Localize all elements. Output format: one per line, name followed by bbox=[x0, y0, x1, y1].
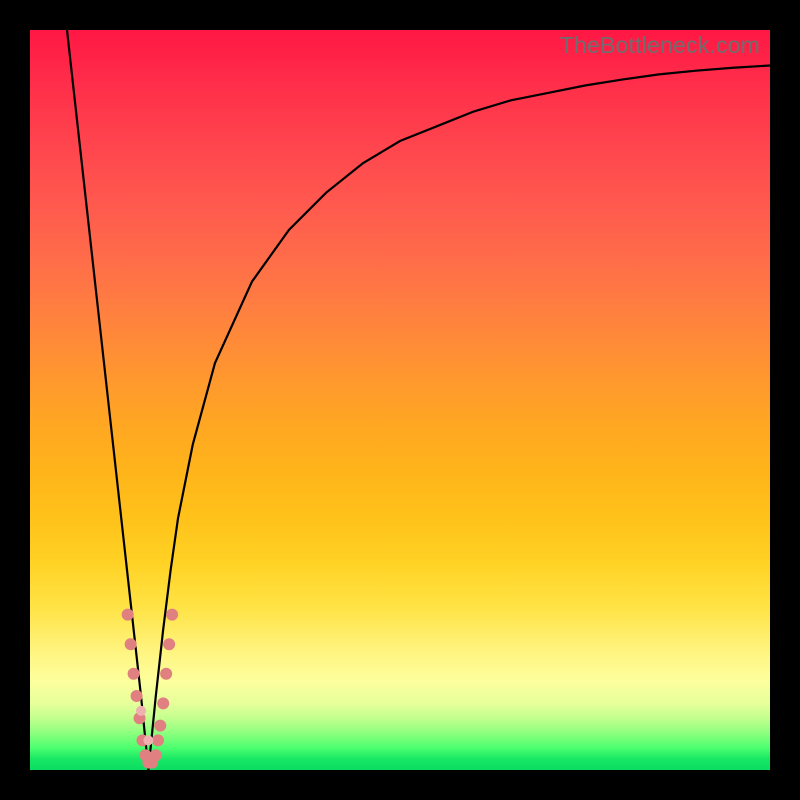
data-marker bbox=[128, 668, 140, 680]
marker-layer bbox=[30, 30, 770, 770]
data-marker bbox=[143, 735, 153, 745]
data-marker bbox=[160, 668, 172, 680]
data-marker bbox=[163, 638, 175, 650]
data-marker bbox=[150, 749, 162, 761]
data-marker bbox=[136, 706, 146, 716]
data-marker bbox=[122, 609, 134, 621]
data-marker bbox=[166, 609, 178, 621]
plot-area: TheBottleneck.com bbox=[30, 30, 770, 770]
chart-frame: TheBottleneck.com bbox=[0, 0, 800, 800]
data-marker bbox=[125, 638, 137, 650]
data-marker bbox=[157, 697, 169, 709]
data-marker bbox=[154, 720, 166, 732]
markers-group bbox=[122, 609, 178, 769]
data-marker bbox=[152, 734, 164, 746]
data-marker bbox=[131, 690, 143, 702]
